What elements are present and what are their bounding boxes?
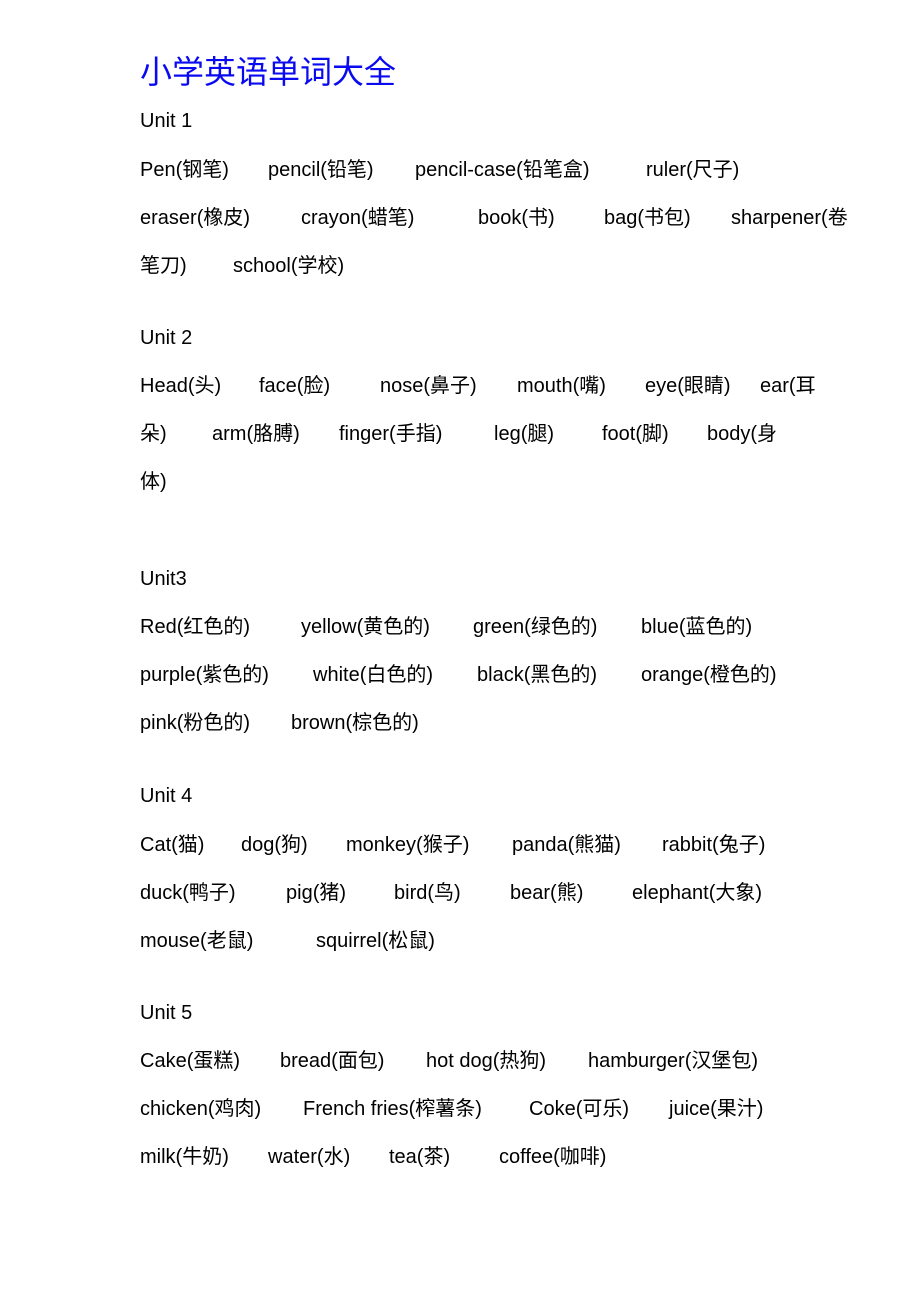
unit-heading: Unit 4 xyxy=(140,785,193,807)
vocab-entry: mouse(老鼠) xyxy=(140,930,254,952)
vocab-entry: pig(猪) xyxy=(286,882,347,904)
vocab-entry: 笔刀) xyxy=(140,255,187,277)
vocab-entry: juice(果汁) xyxy=(669,1098,764,1120)
vocab-entry: yellow(黄色的) xyxy=(301,616,430,638)
vocab-entry: water(水) xyxy=(268,1146,351,1168)
vocab-entry: tea(茶) xyxy=(389,1146,451,1168)
vocab-entry: bread(面包) xyxy=(280,1050,385,1072)
vocab-entry: eraser(橡皮) xyxy=(140,207,251,229)
vocab-entry: blue(蓝色的) xyxy=(641,616,753,638)
unit-heading: Unit3 xyxy=(140,568,187,590)
vocab-entry: Head(头) xyxy=(140,375,222,397)
unit-heading: Unit 2 xyxy=(140,327,193,349)
vocab-entry: face(脸) xyxy=(259,375,331,397)
unit-heading: Unit 5 xyxy=(140,1002,193,1024)
vocab-entry: Red(红色的) xyxy=(140,616,251,638)
vocab-entry: coffee(咖啡) xyxy=(499,1146,607,1168)
vocab-entry: bear(熊) xyxy=(510,882,584,904)
vocab-entry: arm(胳膊) xyxy=(212,423,300,445)
vocab-entry: squirrel(松鼠) xyxy=(316,930,435,952)
vocab-entry: 体) xyxy=(140,471,167,493)
vocab-entry: chicken(鸡肉) xyxy=(140,1098,262,1120)
vocab-entry: foot(脚) xyxy=(602,423,669,445)
vocab-entry: duck(鸭子) xyxy=(140,882,236,904)
vocab-entry: sharpener(卷 xyxy=(731,207,848,229)
vocab-entry: crayon(蜡笔) xyxy=(301,207,415,229)
vocab-entry: hamburger(汉堡包) xyxy=(588,1050,759,1072)
vocab-entry: bird(鸟) xyxy=(394,882,461,904)
vocab-entry: dog(狗) xyxy=(241,834,308,856)
vocab-entry: leg(腿) xyxy=(494,423,555,445)
vocab-entry: purple(紫色的) xyxy=(140,664,269,686)
vocab-entry: body(身 xyxy=(707,423,778,445)
vocab-entry: 朵) xyxy=(140,423,167,445)
vocab-entry: Cake(蛋糕) xyxy=(140,1050,241,1072)
vocab-entry: rabbit(兔子) xyxy=(662,834,766,856)
vocab-entry: hot dog(热狗) xyxy=(426,1050,547,1072)
vocab-entry: orange(橙色的) xyxy=(641,664,777,686)
vocab-entry: monkey(猴子) xyxy=(346,834,470,856)
vocab-entry: green(绿色的) xyxy=(473,616,598,638)
vocab-entry: eye(眼睛) xyxy=(645,375,731,397)
document-title: 小学英语单词大全 xyxy=(140,53,397,91)
vocab-entry: black(黑色的) xyxy=(477,664,598,686)
vocab-entry: milk(牛奶) xyxy=(140,1146,229,1168)
vocab-entry: French fries(榨薯条) xyxy=(303,1098,482,1120)
vocab-entry: pencil(铅笔) xyxy=(268,159,374,181)
vocab-entry: book(书) xyxy=(478,207,555,229)
vocab-entry: mouth(嘴) xyxy=(517,375,606,397)
vocab-entry: finger(手指) xyxy=(339,423,443,445)
vocab-entry: Coke(可乐) xyxy=(529,1098,630,1120)
vocab-entry: brown(棕色的) xyxy=(291,712,419,734)
vocab-entry: pencil-case(铅笔盒) xyxy=(415,159,590,181)
vocab-entry: pink(粉色的) xyxy=(140,712,251,734)
vocab-entry: nose(鼻子) xyxy=(380,375,477,397)
vocab-entry: white(白色的) xyxy=(313,664,434,686)
vocab-entry: panda(熊猫) xyxy=(512,834,621,856)
vocab-entry: school(学校) xyxy=(233,255,345,277)
vocab-entry: elephant(大象) xyxy=(632,882,763,904)
unit-heading: Unit 1 xyxy=(140,110,193,132)
vocab-entry: ear(耳 xyxy=(760,375,816,397)
vocab-entry: ruler(尺子) xyxy=(646,159,740,181)
vocab-entry: bag(书包) xyxy=(604,207,691,229)
vocab-entry: Cat(猫) xyxy=(140,834,205,856)
vocab-entry: Pen(钢笔) xyxy=(140,159,229,181)
